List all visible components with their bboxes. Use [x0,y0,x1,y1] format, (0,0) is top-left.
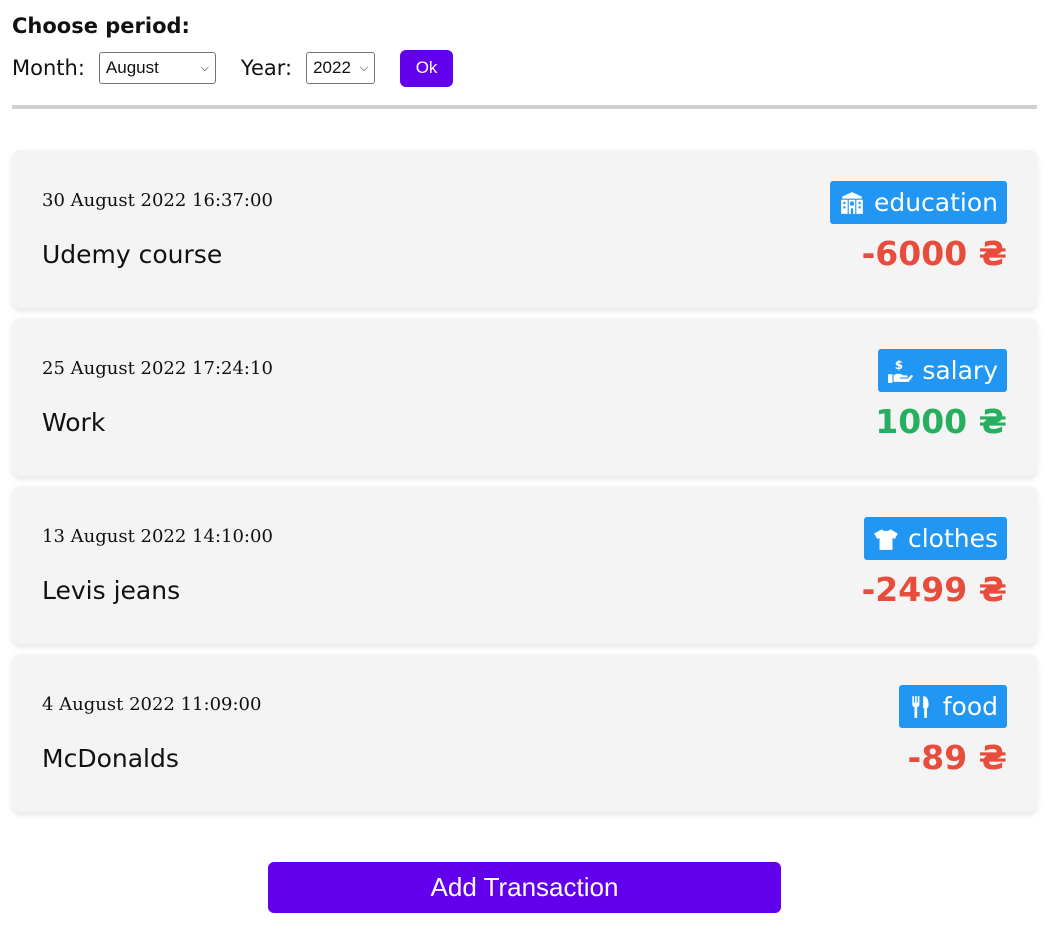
chevron-down-icon: ⌵ [200,61,209,74]
utensils-icon [912,695,929,718]
period-selector: Choose period: Month: August ⌵ Year: 202… [12,12,1037,87]
period-controls: Month: August ⌵ Year: 2022 ⌵ Ok [12,49,454,87]
divider [12,105,1037,109]
school-icon [841,191,863,214]
year-select[interactable]: 2022 ⌵ [306,52,376,84]
ok-button[interactable]: Ok [400,49,454,87]
transaction-amount: 1000 ₴ [875,402,1007,441]
category-label: clothes [907,524,998,553]
tshirt-icon [874,528,898,550]
category-label: food [942,692,998,721]
transaction-title: McDonalds [42,744,179,773]
category-badge: clothes [863,517,1007,560]
transaction-amount: -89 ₴ [907,738,1007,777]
transaction-title: Levis jeans [42,576,181,605]
svg-text:$: $ [895,358,903,372]
category-label: salary [922,356,998,385]
transaction-date: 4 August 2022 11:09:00 [42,694,262,715]
transaction-title: Work [42,408,106,437]
category-badge: food [898,685,1007,728]
hand-dollar-icon: $ [888,358,914,383]
transaction-card[interactable]: 25 August 2022 17:24:10 Work $ salary 10… [12,318,1037,476]
transaction-date: 13 August 2022 14:10:00 [42,526,273,547]
category-badge: $ salary [878,349,1007,392]
period-title: Choose period: [12,14,190,38]
transaction-date: 30 August 2022 16:37:00 [42,190,273,211]
transaction-card[interactable]: 30 August 2022 16:37:00 Udemy course edu… [12,150,1037,308]
transaction-title: Udemy course [42,240,223,269]
transaction-card[interactable]: 13 August 2022 14:10:00 Levis jeans clot… [12,486,1037,644]
month-select-value: August [105,58,159,77]
month-label: Month: [12,56,85,80]
category-badge: education [829,181,1007,224]
transaction-date: 25 August 2022 17:24:10 [42,358,273,379]
year-label: Year: [240,56,293,80]
add-transaction-button[interactable]: Add Transaction [268,862,781,913]
month-select[interactable]: August ⌵ [98,52,216,84]
category-label: education [873,188,998,217]
chevron-down-icon: ⌵ [359,61,369,74]
year-select-value: 2022 [313,58,351,77]
transaction-amount: -2499 ₴ [861,570,1007,609]
transaction-amount: -6000 ₴ [861,234,1007,273]
transaction-card[interactable]: 4 August 2022 11:09:00 McDonalds food -8… [12,654,1037,812]
